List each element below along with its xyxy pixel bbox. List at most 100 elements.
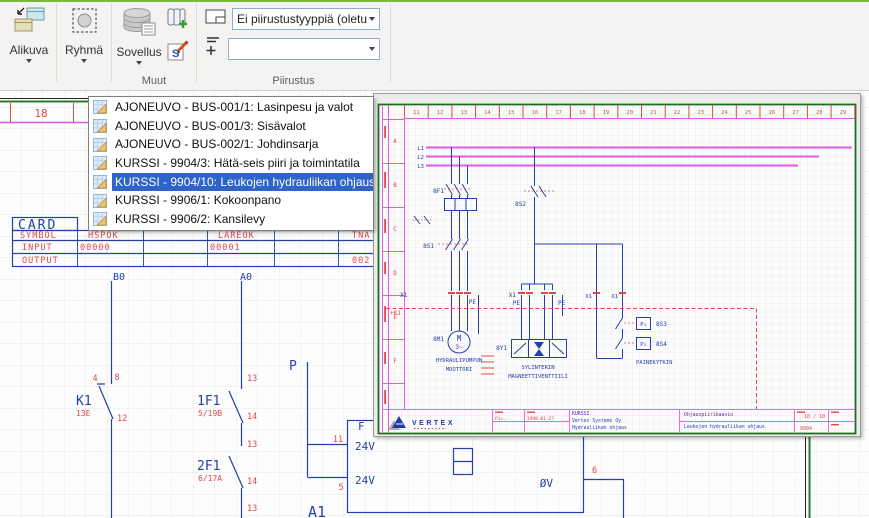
- contact-label-k1: K1: [76, 394, 92, 409]
- accent-line: [0, 0, 869, 2]
- supply-label-0v: ØV: [540, 477, 554, 490]
- valve-caption: SYLINTERIN: [521, 365, 554, 371]
- device-label-a1: A1: [308, 503, 326, 518]
- row-letter: F: [393, 358, 397, 365]
- contact-ref-k1: 13E: [76, 409, 91, 418]
- add-database-icon: [165, 7, 189, 36]
- alikuva-button[interactable]: Alikuva: [4, 0, 54, 63]
- preview-ruler-number: 23: [697, 110, 704, 116]
- contact-label-2f1: 2F1: [197, 459, 220, 474]
- card-cell: SYMBOL: [20, 231, 57, 241]
- drawing-document-icon: [93, 194, 107, 208]
- preview-ruler-number: 20: [626, 110, 633, 116]
- row-letter: A: [393, 138, 397, 145]
- terminal-number: 12: [117, 414, 127, 424]
- preview-ruler-number: 12: [437, 110, 444, 116]
- preview-ruler-number: 22: [674, 110, 681, 116]
- subpicture-icon: [12, 6, 46, 41]
- motor-caption: HYDRAULIPUMPUN: [436, 358, 482, 364]
- drawing-combobox[interactable]: [228, 38, 380, 60]
- drawing-select-list: AJONEUVO - BUS-001/1: Lasinpesu ja valot…: [88, 96, 374, 231]
- contact-ref-1f1: 5/19B: [198, 409, 222, 418]
- component-label-8y1: 8Y1: [496, 345, 507, 352]
- valve-caption: MAGNEETTIVENTTIILI: [508, 374, 568, 380]
- group-separator: [196, 4, 197, 82]
- card-cell: HSPOK: [88, 231, 119, 241]
- chevron-down-icon: [136, 61, 142, 65]
- contact-label-1f1: 1F1: [197, 394, 220, 409]
- terminal-number: 6: [592, 466, 597, 476]
- titleblock-company: KURSSI: [572, 411, 589, 417]
- terminal-strip-label: X1: [585, 294, 592, 300]
- preview-grid: [380, 106, 855, 433]
- database-icon: [120, 6, 158, 43]
- titleblock-title: Ohjauspiirikaavio: [684, 412, 733, 418]
- sovellus-button-label: Sovellus: [116, 45, 161, 59]
- terminal-number: 5: [338, 483, 343, 493]
- list-item-label: AJONEUVO - BUS-001/1: Lasinpesu ja valot: [112, 98, 373, 116]
- card-cell: 00000: [80, 243, 111, 253]
- preview-ruler-number: 17: [555, 110, 562, 116]
- terminal-number: 8: [114, 373, 119, 383]
- list-item[interactable]: AJONEUVO - BUS-002/1: Johdinsarja: [89, 135, 373, 154]
- pe-label: PE: [558, 300, 566, 307]
- component-label-8s1: 8S1: [423, 243, 434, 250]
- list-item[interactable]: KURSSI - 9904/10: Leukojen hydrauliikan …: [89, 173, 373, 192]
- drawing-document-icon: [93, 212, 107, 226]
- component-label-8s4: 8S4: [656, 341, 667, 348]
- ribbon-group-muut: Sovellus: [114, 0, 194, 88]
- supply-label-24v: 24V: [355, 474, 375, 487]
- group-separator: [390, 4, 391, 82]
- component-label-8m1: 8M1: [433, 336, 444, 343]
- terminal-number: 13: [247, 374, 257, 384]
- ribbon-group-alikuva: Alikuva: [4, 0, 54, 88]
- list-item[interactable]: AJONEUVO - BUS-001/3: Sisävalot: [89, 117, 373, 136]
- row-letter: D: [393, 270, 397, 277]
- chevron-down-icon: [26, 59, 32, 63]
- card-cell: LAREOK: [218, 231, 255, 241]
- enclosure-label: +K1: [390, 310, 401, 317]
- alikuva-button-label: Alikuva: [10, 43, 49, 57]
- list-item[interactable]: AJONEUVO - BUS-001/1: Lasinpesu ja valot: [89, 98, 373, 117]
- terminal-number: 11: [333, 435, 343, 445]
- pressure-symbol-p2: P₂: [640, 342, 647, 348]
- list-item-label: KURSSI - 9904/10: Leukojen hydrauliikan …: [112, 173, 373, 191]
- preview-ruler-number: 18: [579, 110, 586, 116]
- preview-ruler-number: 21: [650, 110, 657, 116]
- card-cell: TNA: [352, 231, 370, 241]
- list-item[interactable]: KURSSI - 9904/3: Hätä-seis piiri ja toim…: [89, 154, 373, 173]
- component-label-8f1: 8F1: [433, 188, 444, 195]
- drawing-preview-popup[interactable]: 11121314151617181920212223242526272829 A…: [373, 93, 861, 437]
- ribbon-toolbar: Alikuva Ryhmä: [0, 0, 869, 91]
- pressure-caption: PAINEKYTKIN: [636, 360, 672, 366]
- drawing-document-icon: [93, 138, 107, 152]
- supply-label-24v: 24V: [355, 440, 375, 453]
- drawing-sheet-icon: [205, 9, 227, 30]
- edit-script-button[interactable]: S: [164, 40, 190, 66]
- list-item[interactable]: KURSSI - 9906/1: Kokoonpano: [89, 191, 373, 210]
- titleblock-company: Vertex Systems Oy: [572, 418, 621, 424]
- pe-label: PE: [469, 299, 477, 306]
- titleblock-company: Hydrauliikan ohjaus: [572, 425, 627, 431]
- box-label-partial: F: [358, 420, 365, 433]
- sovellus-button[interactable]: Sovellus: [114, 0, 164, 65]
- card-cell: 002: [352, 256, 370, 266]
- drawing-document-icon: [93, 156, 107, 170]
- add-database-button[interactable]: [164, 8, 190, 34]
- ruler-cell-label: 18: [34, 107, 47, 120]
- ribbon-group-piirustus: Ei piirustustyyppiä (oletu: [199, 0, 388, 88]
- add-line-icon: [205, 35, 223, 62]
- terminal-number: 4: [92, 374, 97, 384]
- group-selection-icon: [69, 6, 99, 41]
- list-item-label: AJONEUVO - BUS-002/1: Johdinsarja: [112, 136, 373, 154]
- drawing-type-combobox[interactable]: Ei piirustustyyppiä (oletu: [232, 8, 380, 30]
- titleblock-date: 1998-01-27: [527, 416, 554, 422]
- row-letter: C: [393, 226, 397, 233]
- group-separator: [111, 4, 112, 82]
- chevron-down-icon: [369, 47, 375, 51]
- preview-ruler-number: 24: [721, 110, 728, 116]
- titleblock-title: Leukojen hydrauliikan ohjaus: [684, 424, 765, 430]
- ryhma-button[interactable]: Ryhmä: [59, 0, 109, 63]
- edit-script-icon: S: [165, 39, 189, 68]
- list-item[interactable]: KURSSI - 9906/2: Kansilevy: [89, 210, 373, 229]
